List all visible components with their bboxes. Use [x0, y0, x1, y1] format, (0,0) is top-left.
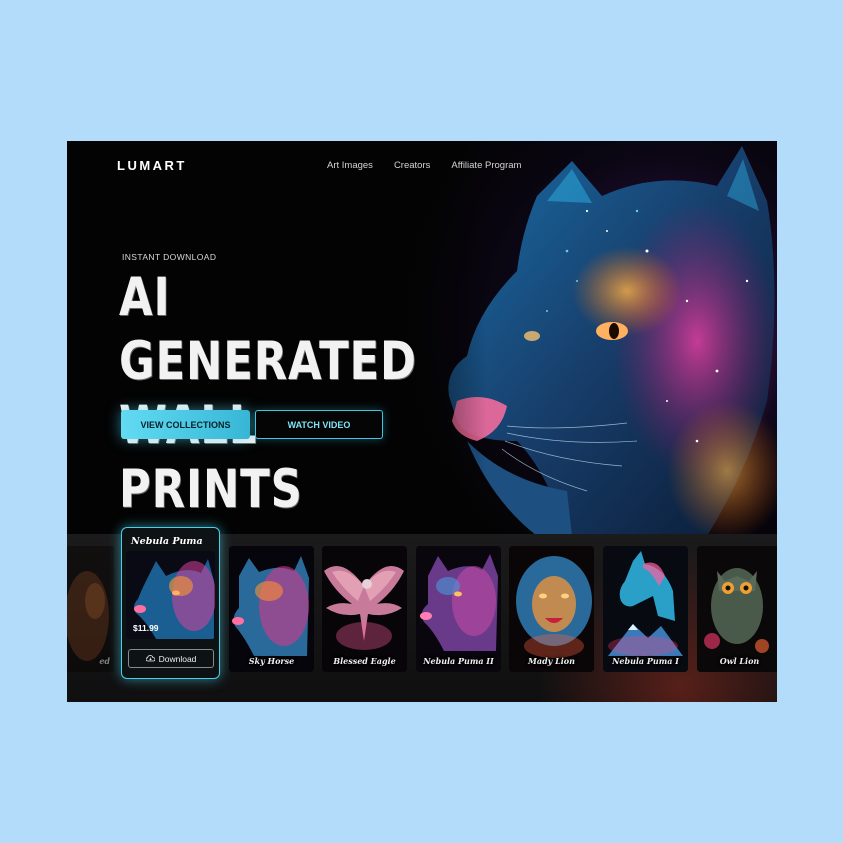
hero-eyebrow: INSTANT DOWNLOAD — [122, 252, 217, 262]
landing-page-screen: LUMART Art Images Creators Affiliate Pro… — [67, 141, 777, 702]
gallery-card[interactable]: Mady Lion — [509, 546, 594, 672]
puma-art — [416, 546, 501, 672]
cloud-download-icon — [145, 655, 155, 662]
hero-headline: AI GENERATED WALL PRINTS — [119, 266, 417, 522]
lion-art — [509, 546, 594, 672]
view-collections-button[interactable]: VIEW COLLECTIONS — [121, 410, 250, 439]
gallery-card[interactable]: Sky Horse — [229, 546, 314, 672]
download-label: Download — [158, 653, 197, 664]
gallery-card-partial[interactable]: ed — [67, 546, 114, 672]
gallery-card[interactable]: Owl Lion — [697, 546, 777, 672]
card-title: Mady Lion — [528, 656, 575, 666]
eagle-art — [322, 546, 407, 672]
partial-card-art — [67, 546, 114, 672]
card-title: ed — [99, 656, 110, 666]
puma-art — [229, 546, 314, 672]
top-nav: Art Images Creators Affiliate Program — [327, 160, 521, 171]
card-title: Nebula Puma II — [423, 656, 494, 666]
card-title: Sky Horse — [248, 656, 295, 666]
download-button[interactable]: Download — [128, 649, 214, 668]
nav-item-art-images[interactable]: Art Images — [327, 160, 373, 171]
nav-item-affiliate-program[interactable]: Affiliate Program — [451, 160, 521, 171]
gallery-card[interactable]: Nebula Puma II — [416, 546, 501, 672]
nav-item-creators[interactable]: Creators — [394, 160, 430, 171]
watch-video-button[interactable]: WATCH VIDEO — [255, 410, 383, 439]
owl-art — [697, 546, 777, 672]
gallery-card[interactable]: Blessed Eagle — [322, 546, 407, 672]
featured-card[interactable]: Nebula Puma $11.99 Download — [121, 527, 220, 679]
featured-price: $11.99 — [133, 623, 159, 633]
horse-art — [603, 546, 688, 672]
brand-logo[interactable]: LUMART — [117, 158, 187, 173]
gallery-card[interactable]: Nebula Puma I — [603, 546, 688, 672]
headline-line-1: AI GENERATED — [119, 267, 417, 392]
card-title: Blessed Eagle — [333, 656, 396, 666]
card-title: Owl Lion — [719, 656, 760, 666]
featured-card-title: Nebula Puma — [131, 536, 203, 547]
card-title: Nebula Puma I — [612, 656, 679, 666]
